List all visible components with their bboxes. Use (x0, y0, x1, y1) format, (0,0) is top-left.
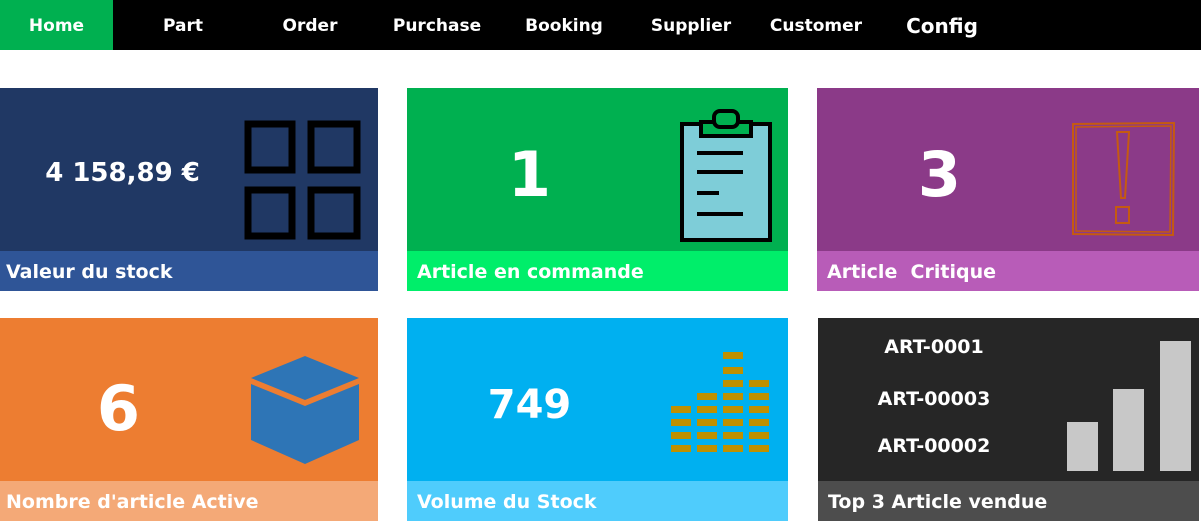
volume-value: 749 (487, 382, 572, 428)
nav-config[interactable]: Config (892, 0, 992, 50)
active-count: 6 (96, 372, 141, 445)
ordered-count: 1 (507, 138, 552, 211)
top3-item-3: ART-00002 (877, 435, 991, 457)
critical-count: 3 (917, 138, 962, 211)
tile-label: Article Critique (817, 251, 1199, 291)
tile-ordered[interactable]: 1 Article en commande (407, 88, 788, 291)
stock-value: 4 158,89 € (45, 158, 200, 188)
tile-label: Valeur du stock (0, 251, 378, 291)
grid-icon (244, 120, 361, 240)
tile-label: Nombre d'article Active (0, 481, 378, 521)
equalizer-icon (671, 352, 769, 452)
nav-booking[interactable]: Booking (514, 0, 614, 50)
tile-stock-value[interactable]: 4 158,89 € Valeur du stock (0, 88, 378, 291)
tile-active[interactable]: 6 Nombre d'article Active (0, 318, 378, 521)
nav-customer[interactable]: Customer (764, 0, 868, 50)
nav-part[interactable]: Part (133, 0, 233, 50)
warning-icon (1072, 121, 1176, 237)
nav-purchase[interactable]: Purchase (382, 0, 492, 50)
tile-label: Volume du Stock (407, 481, 788, 521)
clipboard-icon (680, 109, 772, 242)
bar-chart-icon (1067, 341, 1191, 471)
nav-order[interactable]: Order (260, 0, 360, 50)
top-nav-bar: Home Part Order Purchase Booking Supplie… (0, 0, 1201, 50)
tile-top3[interactable]: ART-0001 ART-00003 ART-00002 Top 3 Artic… (818, 318, 1199, 521)
top3-item-1: ART-0001 (884, 336, 984, 358)
nav-home[interactable]: Home (0, 0, 113, 50)
top3-item-2: ART-00003 (877, 388, 991, 410)
box-icon (251, 356, 359, 464)
nav-supplier[interactable]: Supplier (641, 0, 741, 50)
tile-label: Article en commande (407, 251, 788, 291)
tile-label: Top 3 Article vendue (818, 481, 1199, 521)
tile-volume[interactable]: 749 Volume du Stock (407, 318, 788, 521)
tile-critical[interactable]: 3 Article Critique (817, 88, 1199, 291)
